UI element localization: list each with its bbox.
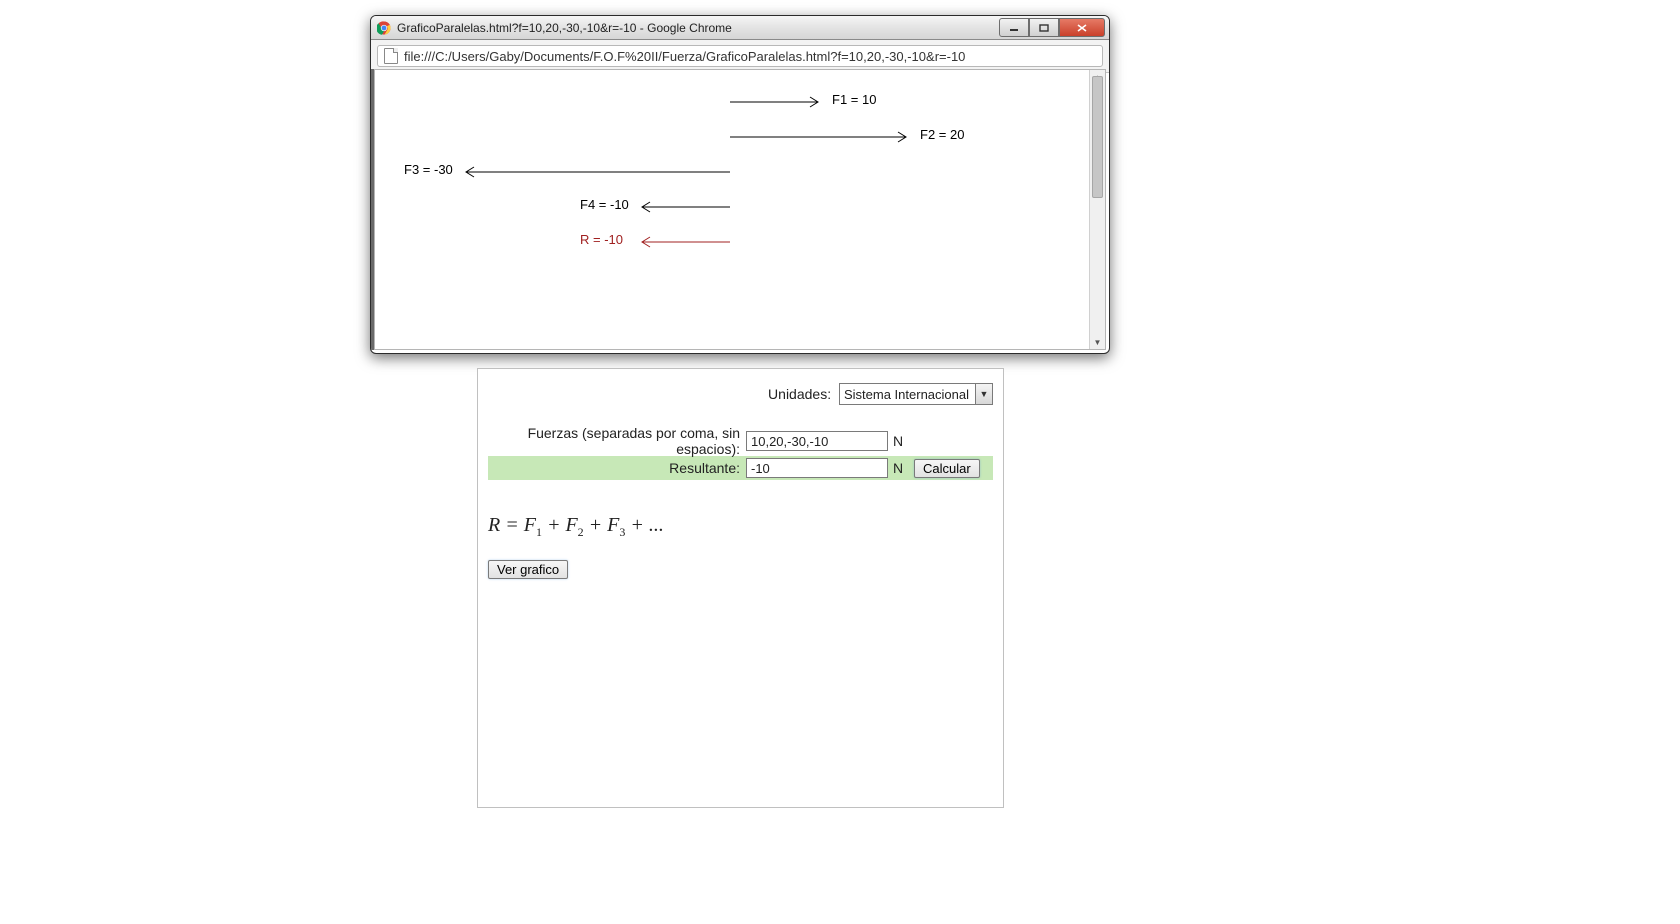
force-vector: F1 = 10 [375, 92, 1105, 112]
arrow-icon [642, 235, 744, 249]
force-label: F4 = -10 [580, 197, 629, 212]
result-label: Resultante: [488, 460, 746, 476]
force-vector: F3 = -30 [375, 162, 1105, 182]
arrow-icon [466, 165, 744, 179]
forces-row: Fuerzas (separadas por coma, sin espacio… [488, 429, 993, 453]
forces-input[interactable] [746, 431, 888, 451]
force-label: F3 = -30 [404, 162, 453, 177]
url-field[interactable]: file:///C:/Users/Gaby/Documents/F.O.F%20… [377, 45, 1103, 67]
result-unit: N [888, 460, 908, 476]
force-label: F1 = 10 [832, 92, 876, 107]
units-row: Unidades: Sistema Internacional ▼ [488, 383, 993, 405]
file-icon [384, 48, 398, 64]
arrow-icon [730, 130, 920, 144]
close-button[interactable] [1059, 18, 1105, 37]
result-output[interactable] [746, 458, 888, 478]
minimize-button[interactable] [999, 18, 1029, 37]
formula-text: R = F1 + F2 + F3 + ... [488, 514, 993, 540]
force-diagram: F1 = 10 F2 = 20 F3 = -30 F4 = -10 R = -10 [375, 70, 1105, 349]
view-graph-button[interactable]: Ver grafico [488, 560, 568, 579]
page-viewport: ▲ ▼ F1 = 10F2 = 20F3 = -30F4 = -10R = -1… [374, 69, 1106, 350]
result-row: Resultante: N Calcular [488, 456, 993, 480]
arrow-icon [642, 200, 744, 214]
calculate-button[interactable]: Calcular [914, 459, 980, 478]
url-text: file:///C:/Users/Gaby/Documents/F.O.F%20… [404, 49, 965, 64]
units-label: Unidades: [768, 386, 831, 402]
maximize-button[interactable] [1029, 18, 1059, 37]
forces-label: Fuerzas (separadas por coma, sin espacio… [488, 425, 746, 457]
calculator-panel: Unidades: Sistema Internacional ▼ Fuerza… [477, 368, 1004, 808]
force-vector: F4 = -10 [375, 197, 1105, 217]
units-select[interactable]: Sistema Internacional ▼ [839, 383, 993, 405]
window-title: GraficoParalelas.html?f=10,20,-30,-10&r=… [397, 21, 999, 35]
window-titlebar[interactable]: GraficoParalelas.html?f=10,20,-30,-10&r=… [371, 16, 1109, 40]
chevron-down-icon: ▼ [975, 384, 992, 404]
window-controls [999, 18, 1105, 37]
force-vector: F2 = 20 [375, 127, 1105, 147]
units-value: Sistema Internacional [840, 384, 975, 404]
arrow-icon [730, 95, 832, 109]
forces-unit: N [888, 433, 908, 449]
chrome-icon [377, 21, 391, 35]
resultant-vector: R = -10 [375, 232, 1105, 252]
browser-window: GraficoParalelas.html?f=10,20,-30,-10&r=… [370, 15, 1110, 354]
force-label: F2 = 20 [920, 127, 964, 142]
force-label: R = -10 [580, 232, 623, 247]
